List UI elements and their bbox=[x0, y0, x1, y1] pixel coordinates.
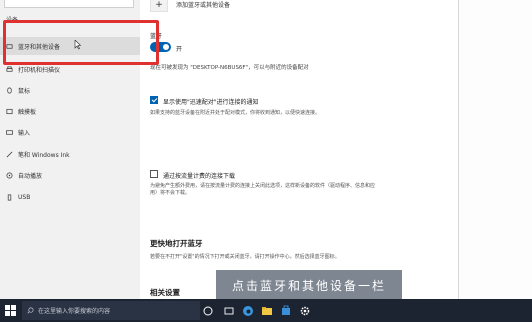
autoplay-icon bbox=[6, 172, 13, 179]
sidebar-item-label: 触摸板 bbox=[18, 108, 37, 116]
sidebar-item-label: 输入 bbox=[18, 129, 31, 137]
sidebar-item-usb[interactable]: USB bbox=[0, 188, 140, 206]
swift-pair-description: 如果支持的蓝牙设备在附近并处于配对模式，你将收到通知，以便快速连接。 bbox=[150, 110, 321, 116]
settings-gear-icon[interactable] bbox=[297, 303, 312, 318]
keyboard-icon bbox=[6, 129, 13, 136]
file-explorer-icon[interactable] bbox=[259, 303, 274, 318]
highlight-box bbox=[3, 20, 159, 65]
swift-pair-label[interactable]: 显示使用"迅速配对"进行连接的通知 bbox=[163, 97, 259, 106]
settings-search-input[interactable] bbox=[4, 0, 134, 8]
windows-start-icon[interactable] bbox=[5, 305, 16, 316]
discoverable-text: 现在可被发现为 "DESKTOP-N6BUS6F"，可以与附近的设备配对 bbox=[150, 65, 309, 71]
usb-icon bbox=[6, 194, 13, 201]
window-edge-divider bbox=[458, 0, 459, 299]
swift-pair-checkbox[interactable] bbox=[150, 96, 158, 104]
taskbar-search-placeholder: 在这里输入你要搜索的内容 bbox=[38, 308, 111, 315]
mouse-icon bbox=[6, 87, 13, 94]
sidebar-item-typing[interactable]: 输入 bbox=[0, 123, 140, 141]
taskbar: 在这里输入你要搜索的内容 bbox=[0, 299, 532, 322]
instruction-caption: 点击蓝牙和其他设备一栏 bbox=[216, 270, 402, 300]
add-device-button[interactable]: + bbox=[150, 0, 168, 12]
add-device-label[interactable]: 添加蓝牙或其他设备 bbox=[176, 0, 230, 9]
faster-bluetooth-description: 若要在不打开"设置"的情况下打开或关闭蓝牙，请打开操作中心，然后选择蓝牙图标。 bbox=[150, 254, 340, 260]
metered-download-label[interactable]: 通过按流量计费的连接下载 bbox=[163, 171, 235, 180]
pen-icon bbox=[6, 151, 13, 158]
touchpad-icon bbox=[6, 108, 13, 115]
right-side-area bbox=[458, 0, 532, 299]
faster-bluetooth-title: 更快地打开蓝牙 bbox=[150, 239, 203, 248]
search-icon bbox=[27, 307, 34, 314]
sidebar-item-label: 鼠标 bbox=[18, 87, 31, 95]
task-view-icon[interactable] bbox=[221, 303, 236, 318]
metered-download-description: 为避免产生额外费用，请在按流量计费的连接上关闭此选项，这样新设备的软件（驱动程序… bbox=[150, 183, 376, 196]
sidebar-item-label: 笔和 Windows Ink bbox=[18, 151, 70, 159]
metered-download-checkbox[interactable] bbox=[150, 170, 158, 178]
taskbar-search-box[interactable]: 在这里输入你要搜索的内容 bbox=[22, 301, 200, 320]
related-settings-title: 相关设置 bbox=[150, 288, 180, 297]
sidebar-item-pen[interactable]: 笔和 Windows Ink bbox=[0, 145, 140, 163]
edge-browser-icon[interactable] bbox=[240, 303, 255, 318]
sidebar-item-label: 打印机和扫描仪 bbox=[18, 66, 61, 74]
sidebar-item-label: USB bbox=[18, 193, 31, 201]
cortana-icon[interactable] bbox=[200, 303, 215, 318]
bluetooth-toggle-state: 开 bbox=[176, 46, 183, 53]
sidebar-item-touchpad[interactable]: 触摸板 bbox=[0, 102, 140, 120]
printer-icon bbox=[6, 66, 13, 73]
sidebar-item-label: 自动播放 bbox=[18, 172, 43, 180]
sidebar-item-autoplay[interactable]: 自动播放 bbox=[0, 166, 140, 184]
store-icon[interactable] bbox=[278, 303, 293, 318]
sidebar-item-mouse[interactable]: 鼠标 bbox=[0, 81, 140, 99]
